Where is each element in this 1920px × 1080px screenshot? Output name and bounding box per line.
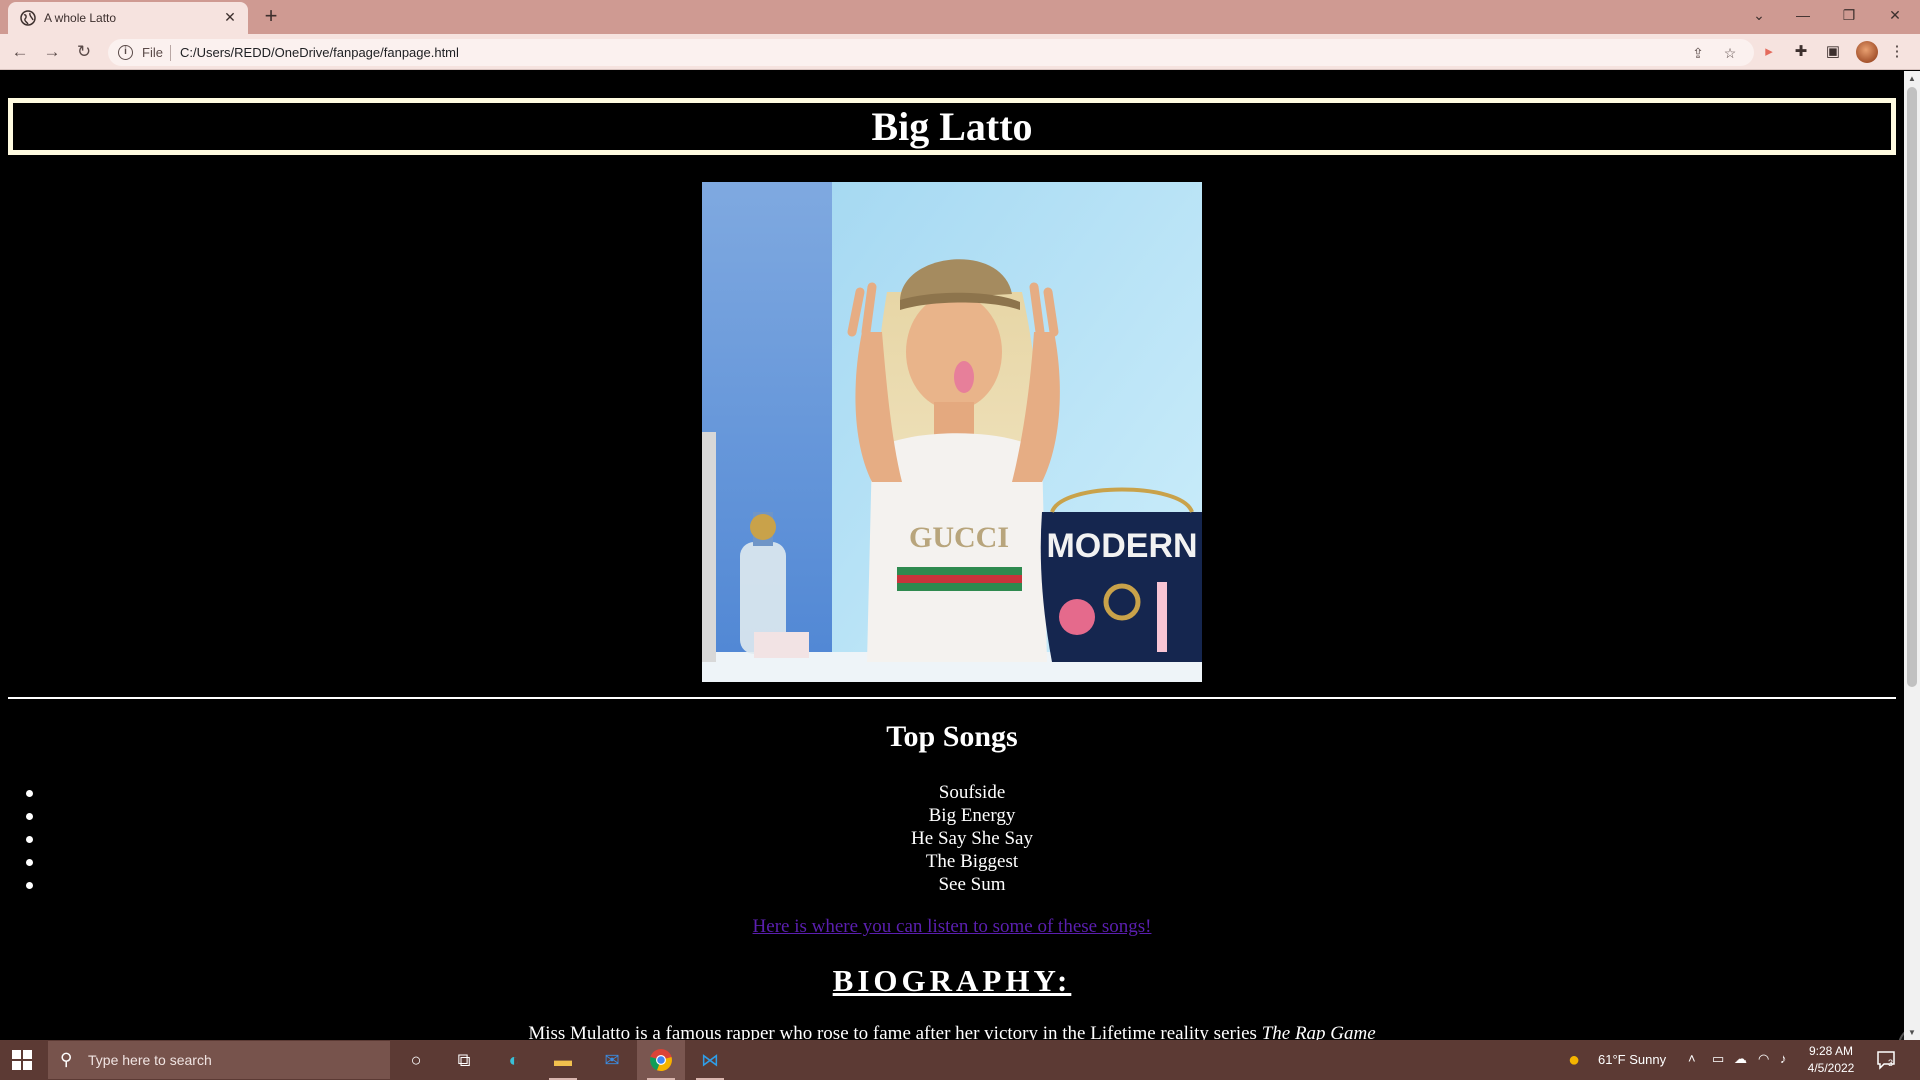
search-icon: ⚲ bbox=[60, 1050, 73, 1069]
clock-time: 9:28 AM bbox=[1808, 1044, 1854, 1058]
song-title: See Sum bbox=[938, 874, 1006, 895]
info-icon[interactable]: i bbox=[118, 45, 133, 60]
side-panel-icon[interactable]: ▣ bbox=[1822, 41, 1844, 63]
taskbar-search-box[interactable]: ⚲ Type here to search bbox=[48, 1041, 390, 1079]
restore-button[interactable]: ❐ bbox=[1826, 0, 1872, 30]
notification-center-icon[interactable]: 3 bbox=[1876, 1050, 1898, 1070]
reload-button[interactable]: ↻ bbox=[72, 40, 96, 64]
vscode-icon[interactable]: ⋈ bbox=[686, 1040, 734, 1080]
bio-show-title: The Rap Game bbox=[1261, 1023, 1376, 1040]
tab-title: A whole Latto bbox=[44, 11, 117, 25]
song-title: He Say She Say bbox=[911, 828, 1033, 849]
new-tab-button[interactable]: + bbox=[260, 5, 282, 28]
windows-start-icon[interactable] bbox=[12, 1050, 32, 1070]
bullet-icon bbox=[26, 859, 33, 866]
list-item: Big Energy bbox=[0, 804, 1904, 827]
clock-date: 4/5/2022 bbox=[1807, 1061, 1855, 1075]
top-songs-heading: Top Songs bbox=[886, 720, 1018, 753]
minimize-button[interactable]: — bbox=[1780, 0, 1826, 30]
horizontal-rule bbox=[8, 697, 1896, 699]
onedrive-cloud-icon[interactable]: ☁ bbox=[1734, 1051, 1747, 1067]
extensions-puzzle-icon[interactable]: ✚ bbox=[1790, 41, 1812, 63]
notification-count: 3 bbox=[1888, 1058, 1894, 1068]
bag-print: MODERN bbox=[1046, 527, 1197, 565]
browser-tab[interactable]: A whole Latto ✕ bbox=[8, 2, 248, 34]
biography-text: Miss Mulatto is a famous rapper who rose… bbox=[0, 1023, 1904, 1040]
bookmark-star-icon[interactable]: ☆ bbox=[1720, 43, 1740, 63]
back-button[interactable]: ← bbox=[8, 40, 32, 64]
page-title: Big Latto bbox=[871, 104, 1033, 149]
menu-kebab-icon[interactable]: ⋮ bbox=[1886, 41, 1908, 63]
scrollbar-thumb[interactable] bbox=[1907, 87, 1917, 687]
bio-sentence: Miss Mulatto is a famous rapper who rose… bbox=[528, 1023, 1262, 1040]
scroll-up-arrow-icon[interactable]: ▲ bbox=[1908, 74, 1916, 83]
bullet-icon bbox=[26, 836, 33, 843]
weather-text[interactable]: 61°F Sunny bbox=[1598, 1052, 1666, 1067]
scheme-label: File bbox=[142, 45, 163, 60]
extension-record-icon[interactable]: ▸ bbox=[1758, 41, 1780, 63]
address-bar[interactable]: i File C:/Users/REDD/OneDrive/fanpage/fa… bbox=[108, 39, 1754, 66]
bullet-icon bbox=[26, 790, 33, 797]
scroll-down-arrow-icon[interactable]: ▼ bbox=[1908, 1028, 1916, 1037]
search-placeholder: Type here to search bbox=[88, 1052, 212, 1068]
page-header: Big Latto bbox=[8, 98, 1896, 155]
page-scrollbar[interactable]: ▲ ▼ bbox=[1904, 71, 1920, 1040]
windows-taskbar: ⚲ Type here to search ○ ⧉ ◐ ▬ ✉ ⋈ ● 61°F… bbox=[0, 1040, 1920, 1080]
song-title: The Biggest bbox=[925, 851, 1019, 872]
url-text[interactable]: C:/Users/REDD/OneDrive/fanpage/fanpage.h… bbox=[180, 45, 459, 60]
listen-songs-link[interactable]: Here is where you can listen to some of … bbox=[0, 916, 1904, 938]
browser-toolbar: ← → ↻ i File C:/Users/REDD/OneDrive/fanp… bbox=[0, 34, 1920, 70]
hero-image: GUCCI MODERN bbox=[702, 182, 1202, 682]
taskbar-clock[interactable]: 9:28 AM 4/5/2022 bbox=[1798, 1043, 1864, 1077]
shirt-print: GUCCI bbox=[909, 521, 1009, 554]
close-window-button[interactable]: ✕ bbox=[1872, 0, 1918, 30]
show-hidden-icons-chevron-icon[interactable]: ˄ bbox=[1688, 1051, 1696, 1066]
globe-icon bbox=[20, 10, 36, 26]
page-viewport: Big Latto GUCCI MODERN Top Songs Soufsid… bbox=[0, 71, 1904, 1040]
bullet-icon bbox=[26, 882, 33, 889]
hero-photo-illustration: GUCCI MODERN bbox=[702, 182, 1202, 682]
sun-weather-icon[interactable]: ● bbox=[1568, 1049, 1580, 1072]
chrome-browser-icon[interactable] bbox=[637, 1040, 685, 1080]
mail-icon[interactable]: ✉ bbox=[588, 1040, 636, 1080]
list-item: Soufside bbox=[0, 781, 1904, 804]
task-view-icon[interactable]: ⧉ bbox=[440, 1040, 488, 1080]
bullet-icon bbox=[26, 813, 33, 820]
volume-icon[interactable]: ♪ bbox=[1780, 1051, 1787, 1066]
forward-button[interactable]: → bbox=[40, 40, 64, 64]
tab-search-chevron-icon[interactable]: ⌄ bbox=[1736, 0, 1782, 30]
chrome-logo-icon bbox=[650, 1049, 672, 1072]
list-item: See Sum bbox=[0, 873, 1904, 896]
close-tab-icon[interactable]: ✕ bbox=[222, 9, 238, 25]
biography-heading: BIOGRAPHY: bbox=[832, 963, 1072, 998]
list-item: The Biggest bbox=[0, 850, 1904, 873]
song-title: Soufside bbox=[938, 782, 1006, 803]
divider bbox=[170, 45, 171, 61]
song-title: Big Energy bbox=[928, 805, 1016, 826]
list-item: He Say She Say bbox=[0, 827, 1904, 850]
top-songs-list: Soufside Big Energy He Say She Say The B… bbox=[0, 781, 1904, 896]
meet-now-icon[interactable]: ▭ bbox=[1712, 1051, 1724, 1067]
profile-avatar[interactable] bbox=[1856, 41, 1878, 63]
wifi-icon[interactable]: ◠ bbox=[1758, 1051, 1769, 1067]
file-explorer-icon[interactable]: ▬ bbox=[539, 1040, 587, 1080]
cortana-icon[interactable]: ○ bbox=[392, 1040, 440, 1080]
edge-browser-icon[interactable]: ◐ bbox=[490, 1040, 538, 1080]
share-icon[interactable]: ⇪ bbox=[1688, 43, 1708, 63]
browser-titlebar: A whole Latto ✕ + ⌄ — ❐ ✕ bbox=[0, 0, 1920, 34]
